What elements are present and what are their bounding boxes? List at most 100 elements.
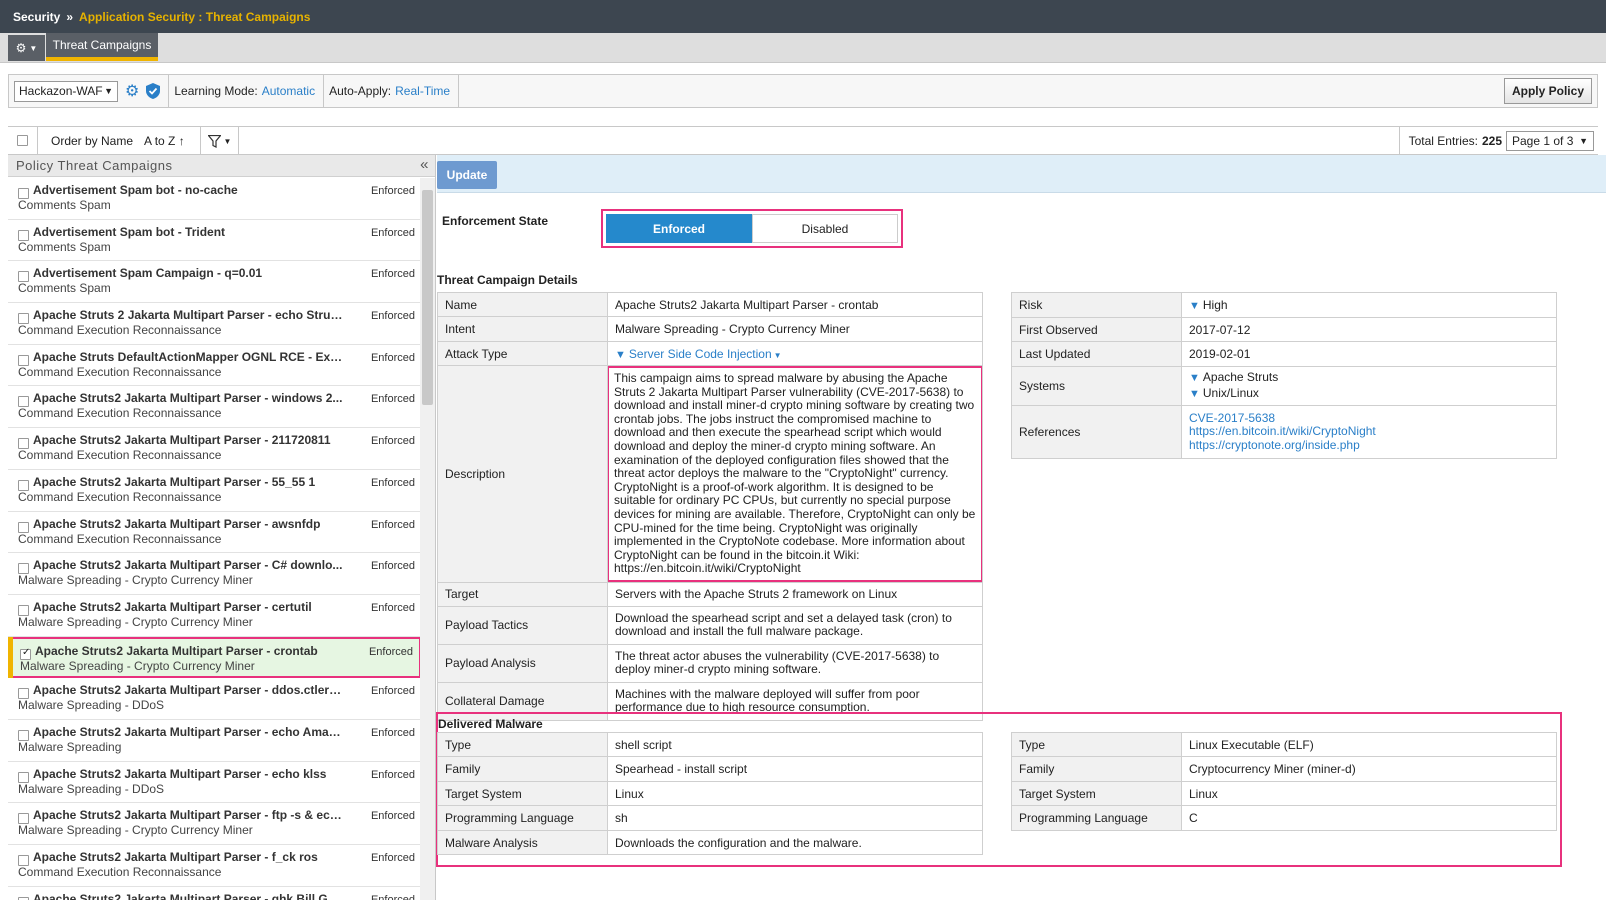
campaign-list-item[interactable]: Apache Struts2 Jakarta Multipart Parser … <box>8 678 421 720</box>
options-menu-button[interactable]: ⚙ ▼ <box>8 35 45 61</box>
disabled-option[interactable]: Disabled <box>752 214 898 243</box>
description-value: This campaign aims to spread malware by … <box>607 366 983 582</box>
attack-type-link[interactable]: Server Side Code Injection <box>629 347 772 361</box>
campaign-details-table: Name Apache Struts2 Jakarta Multipart Pa… <box>437 292 983 721</box>
malware-family-value: Spearhead - install script <box>607 756 983 782</box>
campaign-list-item[interactable]: Apache Struts2 Jakarta Multipart Parser … <box>8 428 421 470</box>
campaign-list-item[interactable]: Apache Struts2 Jakarta Multipart Parser … <box>8 636 421 679</box>
chevron-down-icon: ▼ <box>1579 136 1588 146</box>
pagination-area: Total Entries: 225 Page 1 of 3 ▼ <box>1398 127 1598 155</box>
malware-lang-label: Programming Language <box>1011 805 1182 831</box>
shield-icon[interactable] <box>146 83 161 99</box>
campaign-category: Command Execution Reconnaissance <box>18 364 222 379</box>
references-cell: CVE-2017-5638 https://en.bitcoin.it/wiki… <box>1181 405 1557 459</box>
malware-row: Target System Linux <box>437 781 983 806</box>
update-button[interactable]: Update <box>437 161 497 189</box>
reference-link[interactable]: CVE-2017-5638 <box>1189 411 1549 426</box>
campaign-list-item[interactable]: Apache Struts2 Jakarta Multipart Parser … <box>8 845 421 887</box>
campaign-category: Command Execution Reconnaissance <box>18 865 222 879</box>
malware-type-label: Type <box>437 732 608 757</box>
total-entries-value: 225 <box>1481 134 1502 148</box>
campaign-state: Enforced <box>370 768 415 781</box>
policy-select-value: Hackazon-WAF <box>19 84 103 98</box>
meta-row-last-updated: Last Updated 2019-02-01 <box>1011 341 1557 367</box>
page-select-value: Page 1 of 3 <box>1512 134 1574 148</box>
select-all-checkbox[interactable] <box>17 135 28 146</box>
campaign-category: Malware Spreading - Crypto Currency Mine… <box>18 573 253 588</box>
meta-row-systems: Systems ▼ Apache Struts ▼ Unix/Linux <box>1011 366 1557 406</box>
risk-cell: ▼ High <box>1181 292 1557 318</box>
campaign-list-item[interactable]: Apache Struts2 Jakarta Multipart Parser … <box>8 470 421 512</box>
malware-target-value: Linux <box>607 781 983 806</box>
sort-direction-toggle[interactable]: A to Z ↑ <box>144 134 185 148</box>
apply-policy-button[interactable]: Apply Policy <box>1503 78 1592 104</box>
intent-value: Malware Spreading - Crypto Currency Mine… <box>607 316 983 342</box>
malware-lang-label: Programming Language <box>437 805 608 831</box>
campaign-category: Command Execution Reconnaissance <box>18 489 222 504</box>
campaign-list-item[interactable]: Apache Struts DefaultActionMapper OGNL R… <box>8 345 421 387</box>
campaign-list-scrollbar[interactable] <box>420 178 435 900</box>
filter-icon[interactable]: ▼ <box>1189 300 1200 312</box>
meta-row-references: References CVE-2017-5638 https://en.bitc… <box>1011 405 1557 459</box>
campaign-state: Enforced <box>368 645 413 658</box>
campaign-meta-table: Risk ▼ High First Observed 2017-07-12 Las… <box>1011 292 1557 459</box>
policy-settings-gear-icon[interactable]: ⚙ <box>125 81 139 101</box>
campaign-list-item[interactable]: Advertisement Spam bot - no-cache Comment… <box>8 178 421 220</box>
campaign-list-item[interactable]: Apache Struts2 Jakarta Multipart Parser … <box>8 762 421 804</box>
description-cell: This campaign aims to spread malware by … <box>607 365 983 583</box>
malware-row: Family Cryptocurrency Miner (miner-d) <box>1011 756 1557 782</box>
enforcement-state-label: Enforcement State <box>442 214 549 228</box>
reference-link[interactable]: https://en.bitcoin.it/wiki/CryptoNight <box>1189 425 1549 439</box>
campaign-list-item[interactable]: Apache Struts2 Jakarta Multipart Parser … <box>8 720 421 762</box>
reference-link[interactable]: https://cryptonote.org/inside.php <box>1189 438 1549 453</box>
tab-threat-campaigns[interactable]: Threat Campaigns <box>46 33 158 61</box>
malware-family-value: Cryptocurrency Miner (miner-d) <box>1181 756 1557 782</box>
policy-select[interactable]: Hackazon-WAF ▼ <box>14 80 118 102</box>
breadcrumb-security[interactable]: Security <box>13 10 60 24</box>
campaign-title: Advertisement Spam bot - Trident <box>33 224 226 239</box>
campaign-state: Enforced <box>370 852 415 864</box>
list-toolbar: Order by Name A to Z ↑ ▼ Total Entries: … <box>8 126 1598 155</box>
campaign-list: Advertisement Spam bot - no-cache Comment… <box>8 178 421 900</box>
auto-apply-link[interactable]: Real-Time <box>395 84 450 98</box>
enforcement-state-toggle: Enforced Disabled <box>601 209 903 248</box>
malware-analysis-value: Downloads the configuration and the malw… <box>607 830 983 855</box>
campaign-list-item[interactable]: Apache Struts2 Jakarta Multipart Parser … <box>8 887 421 900</box>
enforced-option[interactable]: Enforced <box>606 214 752 243</box>
malware-row: Type shell script <box>437 732 983 757</box>
campaign-list-item[interactable]: Apache Struts 2 Jakarta Multipart Parser… <box>8 303 421 345</box>
campaign-title: Apache Struts2 Jakarta Multipart Parser … <box>33 724 343 739</box>
campaign-category: Malware Spreading - DDoS <box>18 781 165 796</box>
filter-icon[interactable]: ▼ <box>1189 372 1200 384</box>
campaign-list-item[interactable]: Apache Struts2 Jakarta Multipart Parser … <box>8 803 421 845</box>
filter-button[interactable]: ▼ <box>200 127 239 155</box>
chevron-down-icon: ▼ <box>223 136 232 146</box>
collapse-panel-icon[interactable]: « <box>420 156 429 173</box>
campaign-title: Apache Struts DefaultActionMapper OGNL R… <box>33 349 343 364</box>
campaign-list-item[interactable]: Advertisement Spam Campaign - q=0.01 Comm… <box>8 261 421 304</box>
campaign-category: Malware Spreading - Crypto Currency Mine… <box>18 614 253 629</box>
attack-type-cell: ▼ Server Side Code Injection ▼ <box>607 341 983 366</box>
campaign-list-item[interactable]: Apache Struts2 Jakarta Multipart Parser … <box>8 553 421 595</box>
malware-type-value: shell script <box>607 732 983 757</box>
campaign-title: Apache Struts 2 Jakarta Multipart Parser… <box>33 308 343 323</box>
scrollbar-thumb[interactable] <box>422 190 433 405</box>
campaign-list-item[interactable]: Apache Struts2 Jakarta Multipart Parser … <box>8 386 421 429</box>
select-all-cell <box>8 126 38 155</box>
campaign-list-item[interactable]: Advertisement Spam bot - Trident Comments… <box>8 220 421 262</box>
campaign-state: Enforced <box>370 560 415 573</box>
campaign-state: Enforced <box>370 393 415 406</box>
gear-icon: ⚙ <box>15 41 27 55</box>
campaign-list-item[interactable]: Apache Struts2 Jakarta Multipart Parser … <box>8 595 421 637</box>
campaign-list-header: Policy Threat Campaigns « <box>8 155 435 177</box>
learning-mode-link[interactable]: Automatic <box>262 84 315 98</box>
campaign-title: Apache Struts2 Jakarta Multipart Parser … <box>35 643 318 658</box>
campaign-list-item[interactable]: Apache Struts2 Jakarta Multipart Parser … <box>8 512 421 554</box>
filter-icon[interactable]: ▼ <box>1189 388 1200 400</box>
campaign-state: Enforced <box>370 893 415 900</box>
order-by-label[interactable]: Order by Name <box>51 134 133 148</box>
page-select[interactable]: Page 1 of 3 ▼ <box>1506 131 1594 151</box>
malware-target-label: Target System <box>1011 781 1182 806</box>
filter-icon <box>207 134 221 148</box>
chevron-down-icon[interactable]: ▼ <box>774 351 782 360</box>
